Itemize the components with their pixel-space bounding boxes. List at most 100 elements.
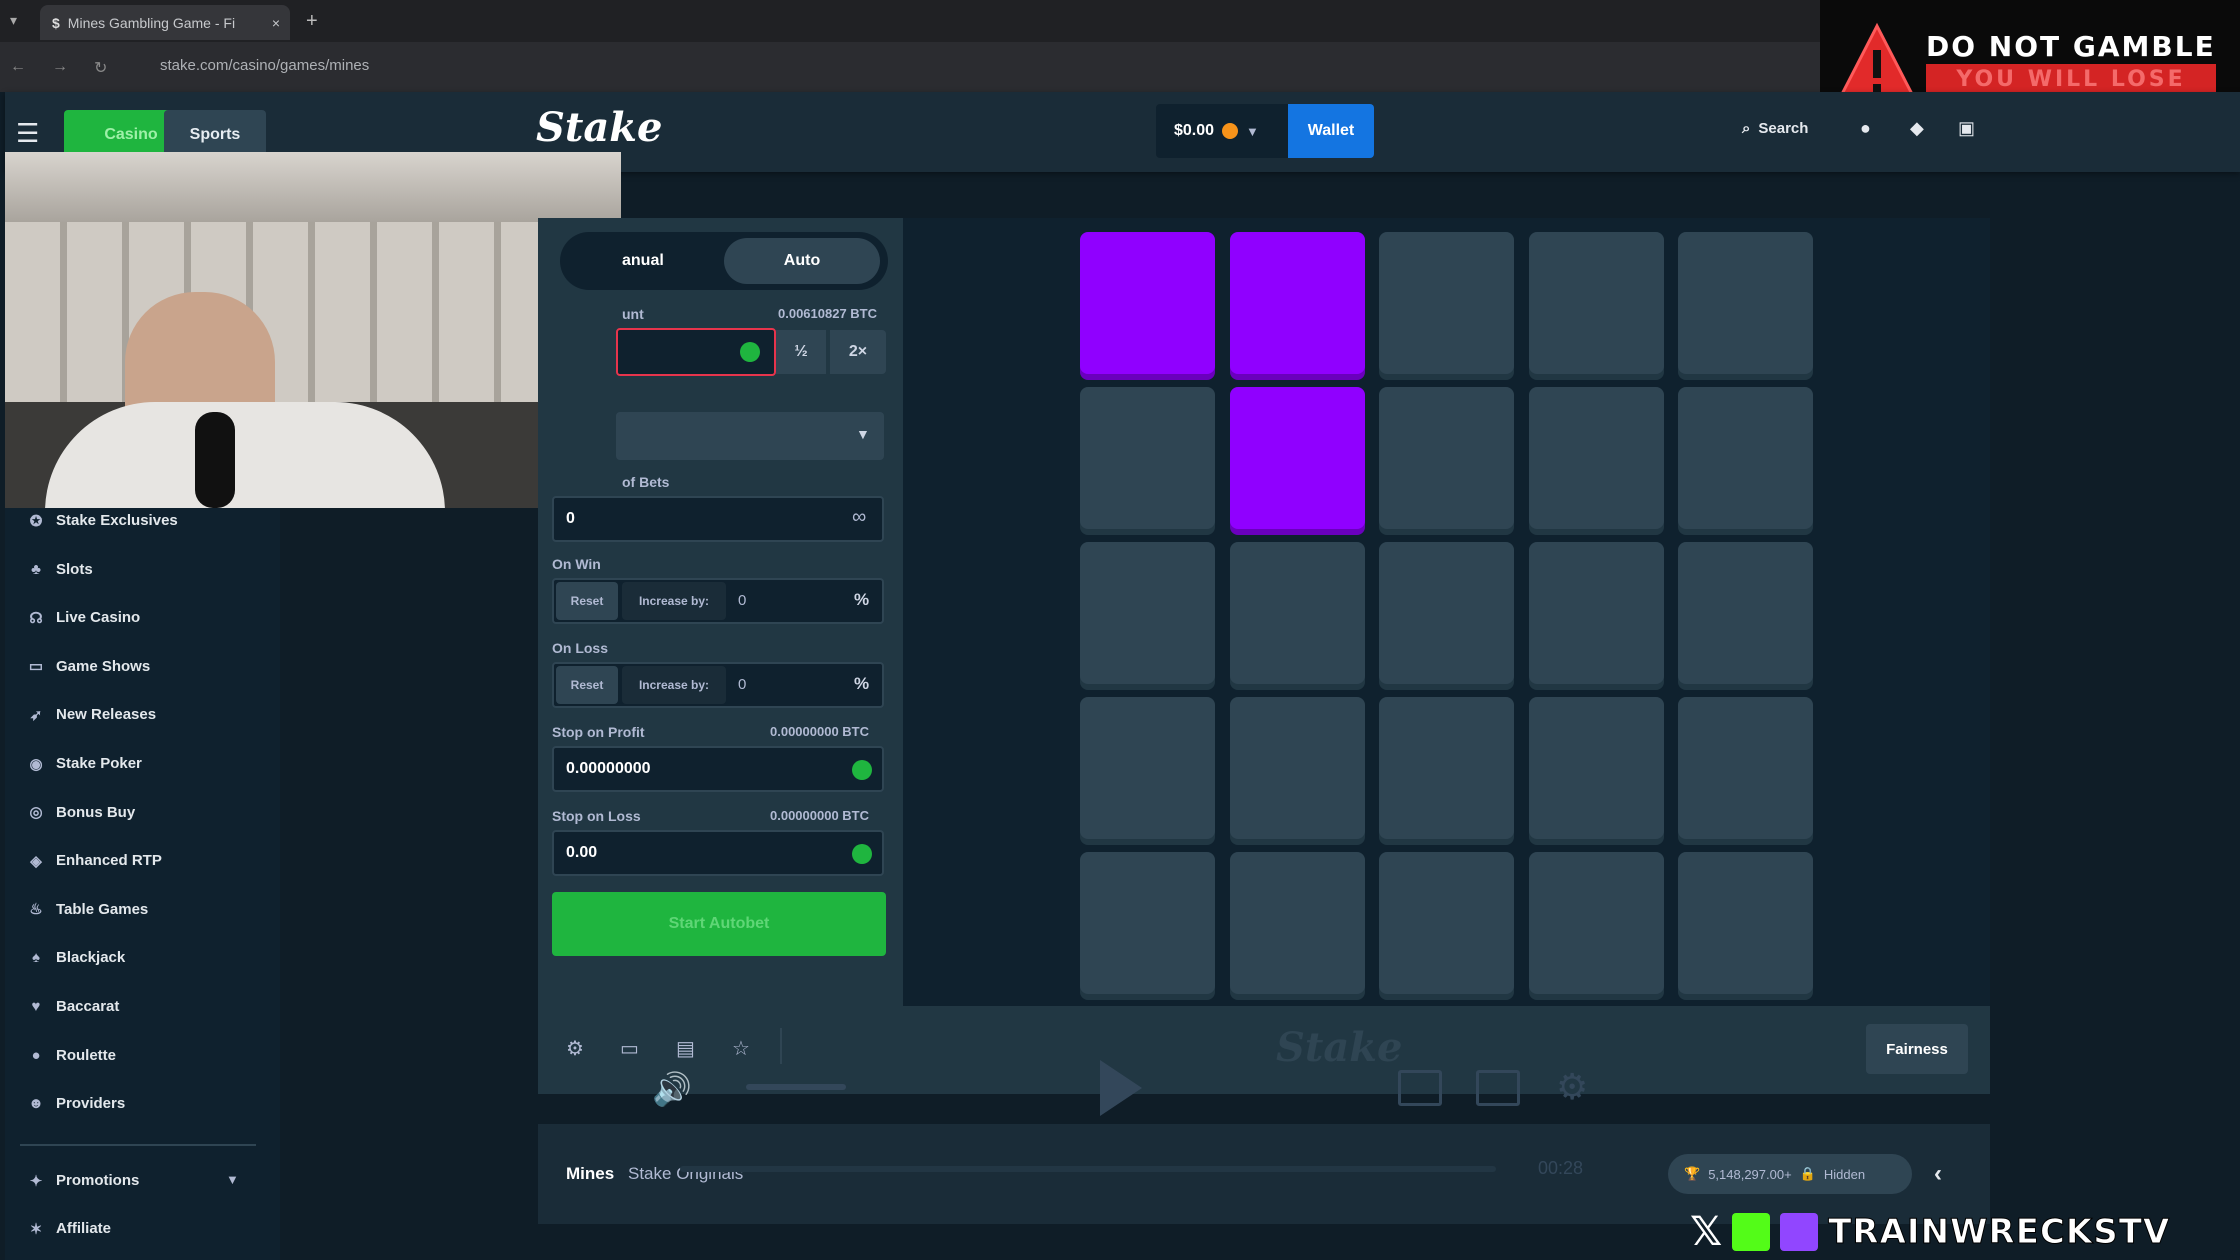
- chevron-down-icon[interactable]: ▼: [226, 1172, 239, 1187]
- chevron-left-icon[interactable]: ‹: [1934, 1160, 1942, 1188]
- mine-tile[interactable]: [1379, 387, 1514, 529]
- mine-tile[interactable]: [1528, 542, 1664, 684]
- mine-tile[interactable]: [1528, 387, 1664, 529]
- favourite-icon[interactable]: ☆: [732, 1036, 750, 1061]
- fairness-button[interactable]: Fairness: [1866, 1024, 1968, 1074]
- mine-tile-gem[interactable]: [1229, 387, 1365, 529]
- mine-tile[interactable]: [1080, 697, 1215, 839]
- mine-tile-gem[interactable]: [1080, 232, 1215, 374]
- reload-icon[interactable]: ↻: [94, 58, 107, 78]
- wager-badge[interactable]: 🏆 5,148,297.00+ 🔒 Hidden: [1668, 1154, 1912, 1194]
- chat-icon[interactable]: ▣: [1958, 118, 1975, 139]
- fullscreen-icon[interactable]: [1476, 1070, 1520, 1106]
- mine-tile[interactable]: [1528, 697, 1664, 839]
- ball-icon: ●: [31, 1046, 41, 1064]
- volume-icon[interactable]: 🔊: [652, 1070, 692, 1108]
- mine-tile[interactable]: [1379, 232, 1514, 374]
- flame-icon: ♨: [29, 901, 43, 919]
- wallet-button[interactable]: Wallet: [1288, 104, 1374, 158]
- video-progress-bar[interactable]: [680, 1166, 1496, 1172]
- forward-icon[interactable]: →: [52, 58, 68, 78]
- start-autobet-button[interactable]: Start Autobet: [552, 892, 886, 956]
- sidebar-item-label: Live Casino: [56, 609, 141, 627]
- lock-icon: 🔒: [1799, 1166, 1816, 1181]
- double-button[interactable]: 2×: [830, 330, 886, 374]
- mine-tile[interactable]: [1528, 852, 1664, 994]
- on-loss-increase-value[interactable]: 0: [738, 676, 746, 693]
- new-tab-icon[interactable]: +: [306, 10, 318, 33]
- sidebar-item-table-games[interactable]: ♨ Table Games: [28, 901, 148, 919]
- picture-in-picture-icon[interactable]: [1398, 1070, 1442, 1106]
- gift-icon: ✦: [29, 1172, 43, 1190]
- on-win-increase-value[interactable]: 0: [738, 592, 746, 609]
- chevron-down-icon: ▼: [856, 426, 870, 442]
- sidebar-item-label: New Releases: [56, 706, 157, 724]
- mine-tile-gem[interactable]: [1229, 232, 1365, 374]
- mine-tile[interactable]: [1678, 542, 1813, 684]
- on-win-increase-button[interactable]: Increase by:: [622, 582, 726, 620]
- search-button[interactable]: ⌕ Search: [1742, 120, 1808, 137]
- stake-logo[interactable]: Stake: [536, 104, 662, 151]
- mine-tile[interactable]: [1080, 542, 1215, 684]
- sidebar-item-blackjack[interactable]: ♠ Blackjack: [28, 949, 125, 966]
- sidebar-item-stake-exclusives[interactable]: ✪ Stake Exclusives: [28, 512, 178, 530]
- mine-tile[interactable]: [1678, 387, 1813, 529]
- on-loss-reset-button[interactable]: Reset: [556, 666, 618, 704]
- play-icon[interactable]: [1100, 1060, 1142, 1116]
- tab-menu-icon[interactable]: ▾: [10, 12, 17, 29]
- mine-tile[interactable]: [1678, 852, 1813, 994]
- mine-tile[interactable]: [1229, 697, 1365, 839]
- theatre-mode-icon[interactable]: ▭: [620, 1036, 639, 1061]
- sidebar-item-affiliate[interactable]: ✶ Affiliate: [28, 1220, 111, 1238]
- back-icon[interactable]: ←: [10, 58, 26, 78]
- tab-manual[interactable]: anual: [622, 252, 664, 270]
- sidebar-item-slots[interactable]: ♣ Slots: [28, 561, 93, 578]
- mines-select[interactable]: [616, 412, 884, 460]
- notifications-icon[interactable]: ◆: [1910, 118, 1924, 139]
- mine-tile[interactable]: [1379, 852, 1514, 994]
- sidebar-item-live-casino[interactable]: ☊ Live Casino: [28, 609, 141, 627]
- star-icon: ✪: [29, 512, 43, 530]
- sidebar-item-promotions[interactable]: ✦ Promotions: [28, 1172, 140, 1190]
- number-of-bets-input[interactable]: 0: [552, 496, 884, 542]
- sidebar-item-enhanced-rtp[interactable]: ◈ Enhanced RTP: [28, 852, 162, 870]
- half-button[interactable]: ½: [776, 330, 826, 374]
- video-settings-icon[interactable]: ⚙: [1556, 1066, 1588, 1108]
- tab-auto[interactable]: Auto: [724, 238, 880, 284]
- mine-tile[interactable]: [1678, 232, 1813, 374]
- mine-tile[interactable]: [1379, 697, 1514, 839]
- sidebar-item-baccarat[interactable]: ♥ Baccarat: [28, 998, 120, 1015]
- stop-on-profit-label: Stop on Profit: [552, 724, 645, 740]
- stop-on-profit-input[interactable]: 0.00000000: [552, 746, 884, 792]
- stop-on-loss-value: 0.00: [566, 844, 598, 861]
- balance-selector[interactable]: $0.00 ▼: [1156, 104, 1288, 158]
- sidebar-item-roulette[interactable]: ● Roulette: [28, 1047, 116, 1064]
- webcam-overlay: [5, 152, 621, 508]
- hamburger-menu-icon[interactable]: ☰: [16, 118, 39, 149]
- user-icon[interactable]: ●: [1860, 118, 1871, 139]
- rocket-icon: ➶: [29, 706, 43, 724]
- browser-tab[interactable]: $ Mines Gambling Game - Fi ×: [40, 5, 290, 40]
- mine-tile[interactable]: [1528, 232, 1664, 374]
- sidebar-item-game-shows[interactable]: ▭ Game Shows: [28, 658, 150, 676]
- url-field[interactable]: stake.com/casino/games/mines: [160, 57, 369, 74]
- sidebar-item-bonus-buy[interactable]: ◎ Bonus Buy: [28, 804, 135, 822]
- mine-tile[interactable]: [1379, 542, 1514, 684]
- bet-amount-btc: 0.00610827 BTC: [778, 306, 878, 321]
- tab-close-icon[interactable]: ×: [272, 15, 280, 31]
- sidebar-item-new-releases[interactable]: ➶ New Releases: [28, 706, 157, 724]
- mine-tile[interactable]: [1080, 387, 1215, 529]
- mine-tile[interactable]: [1229, 542, 1365, 684]
- sidebar-item-label: Blackjack: [56, 949, 126, 967]
- sidebar-item-providers[interactable]: ☻ Providers: [28, 1095, 125, 1112]
- settings-icon[interactable]: ⚙: [566, 1036, 584, 1061]
- on-loss-increase-button[interactable]: Increase by:: [622, 666, 726, 704]
- volume-slider[interactable]: [746, 1084, 846, 1090]
- mine-tile[interactable]: [1080, 852, 1215, 994]
- sidebar-item-stake-poker[interactable]: ◉ Stake Poker: [28, 755, 141, 773]
- mine-tile[interactable]: [1678, 697, 1813, 839]
- stop-on-loss-input[interactable]: 0.00: [552, 830, 884, 876]
- mine-tile[interactable]: [1229, 852, 1365, 994]
- on-win-reset-button[interactable]: Reset: [556, 582, 618, 620]
- stats-icon[interactable]: ▤: [676, 1036, 695, 1061]
